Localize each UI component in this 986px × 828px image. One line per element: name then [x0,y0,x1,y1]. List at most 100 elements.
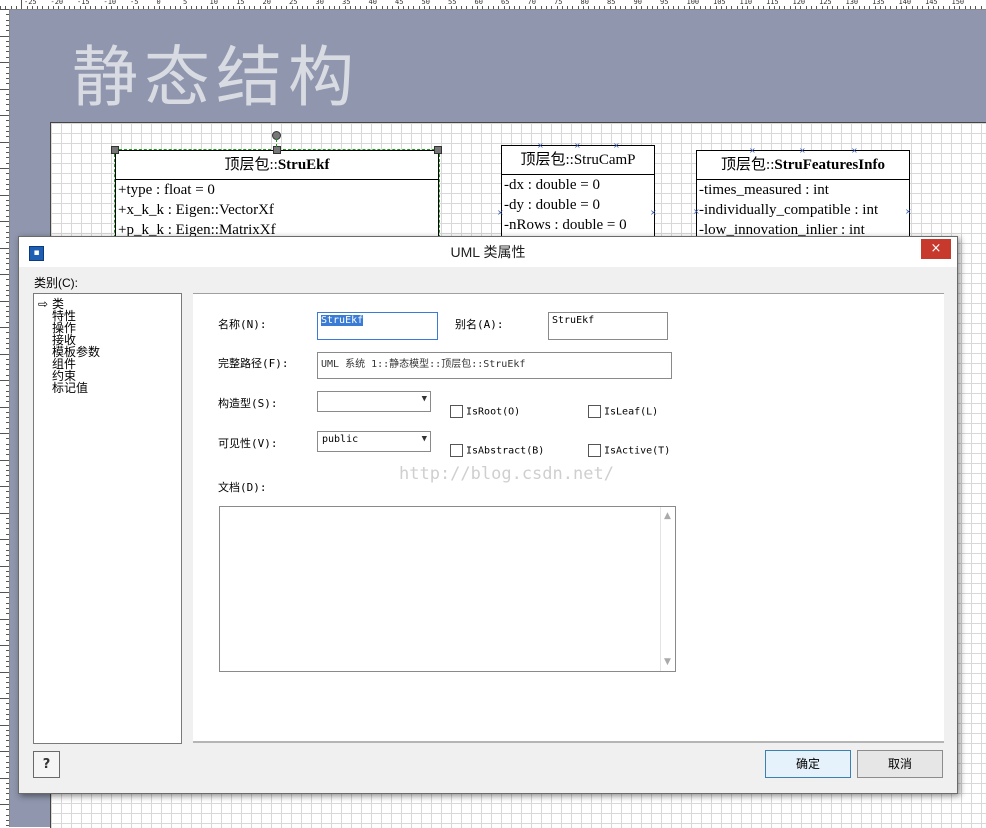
ruler-tick [313,6,314,9]
ruler-number: 5 [183,0,187,6]
ruler-tick [6,719,9,720]
alias-input[interactable]: StruEkf [548,312,668,340]
ruler-tick [6,820,9,821]
ruler-tick [6,587,9,588]
ruler-tick [6,237,9,238]
ruler-tick [875,6,876,9]
ruler-tick [6,67,9,68]
resize-handle[interactable] [273,146,281,154]
dialog-titlebar[interactable]: UML 类属性 ▪ × [19,237,957,267]
close-button[interactable]: × [921,239,951,259]
ruler-tick [6,629,9,630]
uml-class-strucamp[interactable]: 顶层包::StruCamP -dx : double = 0 -dy : dou… [501,145,655,247]
ruler-tick [774,6,775,9]
ruler-tick [6,210,9,211]
ruler-tick [6,756,9,757]
ruler-tick [403,6,404,9]
isroot-label: IsRoot(O) [466,407,520,418]
visibility-select[interactable]: public ▼ [317,431,431,452]
ruler-number: 45 [395,0,403,6]
name-input[interactable]: StruEkf [317,312,438,340]
ruler-tick [6,422,9,423]
ruler-tick [307,6,308,9]
isroot-checkbox[interactable]: IsRoot(O) [450,405,520,418]
ruler-number: 10 [210,0,218,6]
ruler-tick [6,550,9,551]
ruler-tick [668,6,669,9]
scroll-down-icon[interactable]: ▼ [664,657,671,667]
stereotype-label: 构造型(S): [218,395,278,411]
category-item-tagged-values[interactable]: 标记值 [52,382,88,394]
category-list[interactable]: ⇨ 类 特性 操作 接收 模板参数 组件 约束 标记值 [33,293,182,744]
ruler-tick [657,6,658,9]
ruler-tick [551,6,552,9]
ruler-tick [164,6,165,9]
ruler-tick [557,6,558,9]
stereotype-select[interactable]: ▼ [317,391,431,412]
ruler-tick [933,6,934,9]
ruler-number: 120 [793,0,806,6]
ruler-tick [0,248,9,249]
help-button[interactable]: ? [33,751,60,778]
ruler-tick [127,6,128,9]
ruler-tick [678,6,679,9]
ruler-tick [890,6,891,9]
ruler-tick [0,539,9,540]
ruler-tick [901,6,902,9]
ruler-tick [6,279,9,280]
ruler-tick [753,6,754,9]
ruler-tick [143,6,144,9]
resize-handle[interactable] [434,146,442,154]
ruler-tick [371,6,372,9]
ruler-tick [170,6,171,9]
ruler-tick [599,6,600,9]
class-name: StruCamP [574,152,636,168]
ruler-tick [6,624,9,625]
ruler-tick [604,6,605,9]
ruler-tick [6,481,9,482]
ok-button[interactable]: 确定 [765,750,851,778]
ruler-tick [509,6,510,9]
ruler-tick [276,6,277,9]
isabstract-checkbox[interactable]: IsAbstract(B) [450,444,544,457]
class-properties-panel: 名称(N): StruEkf 别名(A): StruEkf 完整路径(F): U… [193,293,944,743]
class-attribute: -nRows : double = 0 [502,215,654,235]
ruler-tick [0,698,9,699]
scroll-up-icon[interactable]: ▲ [664,511,671,521]
ruler-number: 50 [422,0,430,6]
ruler-tick [694,6,695,9]
ruler-tick [6,687,9,688]
ruler-tick [6,730,9,731]
ruler-tick [525,6,526,9]
ruler-tick [747,6,748,9]
ruler-tick [6,608,9,609]
fullpath-input[interactable]: UML 系统 1::静态模型::顶层包::StruEkf [317,352,672,379]
isactive-checkbox[interactable]: IsActive(T) [588,444,670,457]
ruler-tick [42,6,43,9]
ruler-tick [6,263,9,264]
connection-point-icon: × [497,209,504,217]
connection-point-icon: × [613,142,620,150]
ruler-tick [6,41,9,42]
ruler-tick [493,6,494,9]
ruler-tick [488,6,489,9]
cancel-button[interactable]: 取消 [857,750,943,778]
ruler-number: -15 [77,0,90,6]
isleaf-checkbox[interactable]: IsLeaf(L) [588,405,658,418]
ruler-tick [6,714,9,715]
ruler-tick [323,6,324,9]
scrollbar[interactable]: ▲ ▼ [660,507,675,671]
ruler-number: 65 [501,0,509,6]
documentation-textarea[interactable]: ▲ ▼ [219,506,676,672]
class-header: 顶层包::StruCamP [502,146,654,175]
ruler-tick [461,6,462,9]
ruler-tick [424,6,425,9]
alias-label: 别名(A): [455,316,504,332]
resize-handle[interactable] [111,146,119,154]
ruler-tick [6,470,9,471]
ruler-tick [292,6,293,9]
ruler-tick [6,51,9,52]
ruler-tick [408,6,409,9]
ruler-tick [6,110,9,111]
class-attribute: -dx : double = 0 [502,175,654,195]
